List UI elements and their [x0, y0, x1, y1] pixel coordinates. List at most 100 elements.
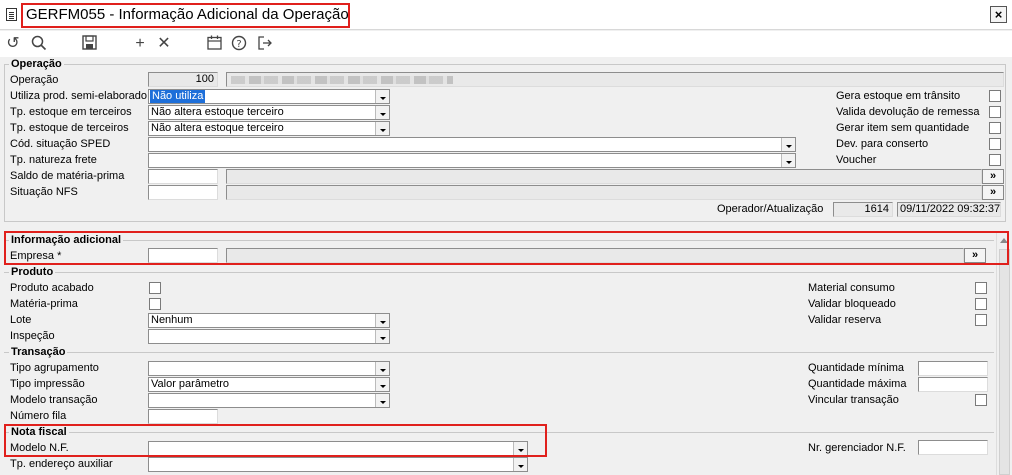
numero-fila-input[interactable]: [148, 409, 218, 424]
save-icon[interactable]: [80, 35, 98, 53]
material-consumo-checkbox[interactable]: [975, 282, 987, 294]
nr-gerenciador-label: Nr. gerenciador N.F.: [808, 442, 906, 454]
saldo-description-input: [226, 169, 982, 184]
materia-prima-label: Matéria-prima: [10, 298, 78, 310]
lote-value: Nenhum: [151, 314, 193, 326]
tp-estoque-de-value: Não altera estoque terceiro: [151, 122, 284, 134]
materia-prima-checkbox[interactable]: [149, 298, 161, 310]
gera-estoque-checkbox[interactable]: [989, 90, 1001, 102]
utiliza-value: Não utiliza: [150, 90, 206, 103]
situacao-nfs-code-input[interactable]: [148, 185, 218, 200]
natureza-frete-select[interactable]: [148, 153, 796, 168]
natureza-frete-label: Tp. natureza frete: [10, 154, 97, 166]
tipo-agrupamento-select[interactable]: [148, 361, 390, 376]
lote-select[interactable]: Nenhum: [148, 313, 390, 328]
lote-label: Lote: [10, 314, 32, 326]
operacao-title: Operação: [9, 58, 64, 70]
vincular-transacao-checkbox[interactable]: [975, 394, 987, 406]
tp-estoque-em-select[interactable]: Não altera estoque terceiro: [148, 105, 390, 120]
valida-devolucao-label: Valida devolução de remessa: [836, 106, 980, 118]
nota-fiscal-highlight: [4, 424, 547, 457]
help-icon[interactable]: ?: [230, 35, 248, 53]
chevron-down-icon[interactable]: [781, 154, 795, 167]
tp-estoque-de-select[interactable]: Não altera estoque terceiro: [148, 121, 390, 136]
qtd-maxima-input[interactable]: [918, 377, 988, 392]
operador-input: 1614: [833, 202, 893, 217]
saldo-label: Saldo de matéria-prima: [10, 170, 125, 182]
produto-group: [4, 272, 994, 274]
inspecao-label: Inspeção: [10, 330, 55, 342]
operacao-code-input[interactable]: 100: [148, 72, 218, 87]
tipo-impressao-value: Valor parâmetro: [151, 378, 230, 390]
chevron-down-icon[interactable]: [375, 314, 389, 327]
qtd-maxima-label: Quantidade máxima: [808, 378, 907, 390]
operador-label: Operador/Atualização: [717, 203, 824, 215]
saldo-lookup-button[interactable]: »: [982, 169, 1004, 184]
operacao-label: Operação: [10, 74, 59, 86]
valida-devolucao-checkbox[interactable]: [989, 106, 1001, 118]
cancel-icon[interactable]: ✕: [155, 35, 173, 53]
atualizacao-input: 09/11/2022 09:32:37: [897, 202, 1001, 217]
tipo-impressao-select[interactable]: Valor parâmetro: [148, 377, 390, 392]
document-icon: [6, 8, 17, 21]
gerar-item-checkbox[interactable]: [989, 122, 1001, 134]
situacao-nfs-lookup-button[interactable]: »: [982, 185, 1004, 200]
voucher-checkbox[interactable]: [989, 154, 1001, 166]
exit-icon[interactable]: [256, 35, 274, 53]
tipo-agrupamento-label: Tipo agrupamento: [10, 362, 99, 374]
chevron-down-icon[interactable]: [513, 458, 527, 471]
utiliza-select[interactable]: Não utiliza: [148, 89, 390, 104]
cod-sped-select[interactable]: [148, 137, 796, 152]
tp-endereco-select[interactable]: [148, 457, 528, 472]
redacted-text: [231, 76, 453, 84]
calendar-icon[interactable]: [205, 35, 223, 53]
chevron-down-icon[interactable]: [781, 138, 795, 151]
qtd-minima-label: Quantidade mínima: [808, 362, 904, 374]
undo-icon[interactable]: ↺: [4, 35, 22, 53]
transacao-title: Transação: [9, 346, 68, 358]
modelo-transacao-select[interactable]: [148, 393, 390, 408]
chevron-down-icon[interactable]: [375, 122, 389, 135]
chevron-down-icon[interactable]: [375, 330, 389, 343]
chevron-down-icon[interactable]: [375, 90, 389, 103]
cod-sped-label: Cód. situação SPED: [10, 138, 111, 150]
vertical-scrollbar[interactable]: [996, 233, 1012, 475]
chevron-down-icon[interactable]: [375, 106, 389, 119]
gerar-item-label: Gerar item sem quantidade: [836, 122, 970, 134]
info-adicional-highlight: [4, 231, 1009, 265]
saldo-code-input[interactable]: [148, 169, 218, 184]
tp-estoque-de-label: Tp. estoque de terceiros: [10, 122, 129, 134]
validar-bloqueado-label: Validar bloqueado: [808, 298, 896, 310]
vincular-transacao-label: Vincular transação: [808, 394, 899, 406]
produto-title: Produto: [9, 266, 56, 278]
qtd-minima-input[interactable]: [918, 361, 988, 376]
dev-conserto-checkbox[interactable]: [989, 138, 1001, 150]
scroll-thumb[interactable]: [999, 249, 1010, 475]
material-consumo-label: Material consumo: [808, 282, 895, 294]
chevron-down-icon[interactable]: [375, 394, 389, 407]
gera-estoque-label: Gera estoque em trânsito: [836, 90, 961, 102]
voucher-label: Voucher: [836, 154, 877, 166]
close-button[interactable]: ×: [990, 6, 1007, 23]
title-bar: GERFM055 - Informação Adicional da Opera…: [0, 0, 1012, 30]
modelo-transacao-label: Modelo transação: [10, 394, 98, 406]
situacao-nfs-description-input: [226, 185, 982, 200]
svg-text:?: ?: [236, 39, 241, 50]
nr-gerenciador-input[interactable]: [918, 440, 988, 455]
operacao-description-input[interactable]: [226, 72, 1004, 87]
dev-conserto-label: Dev. para conserto: [836, 138, 929, 150]
validar-bloqueado-checkbox[interactable]: [975, 298, 987, 310]
plus-icon[interactable]: +: [131, 35, 149, 53]
tp-endereco-label: Tp. endereço auxiliar: [10, 458, 113, 470]
validar-reserva-checkbox[interactable]: [975, 314, 987, 326]
tp-estoque-em-value: Não altera estoque terceiro: [151, 106, 284, 118]
chevron-down-icon[interactable]: [375, 378, 389, 391]
inspecao-select[interactable]: [148, 329, 390, 344]
produto-acabado-checkbox[interactable]: [149, 282, 161, 294]
search-icon[interactable]: [30, 35, 48, 53]
transacao-group: [4, 352, 994, 354]
chevron-down-icon[interactable]: [375, 362, 389, 375]
numero-fila-label: Número fila: [10, 410, 67, 422]
situacao-nfs-label: Situação NFS: [10, 186, 78, 198]
tp-estoque-em-label: Tp. estoque em terceiros: [10, 106, 132, 118]
